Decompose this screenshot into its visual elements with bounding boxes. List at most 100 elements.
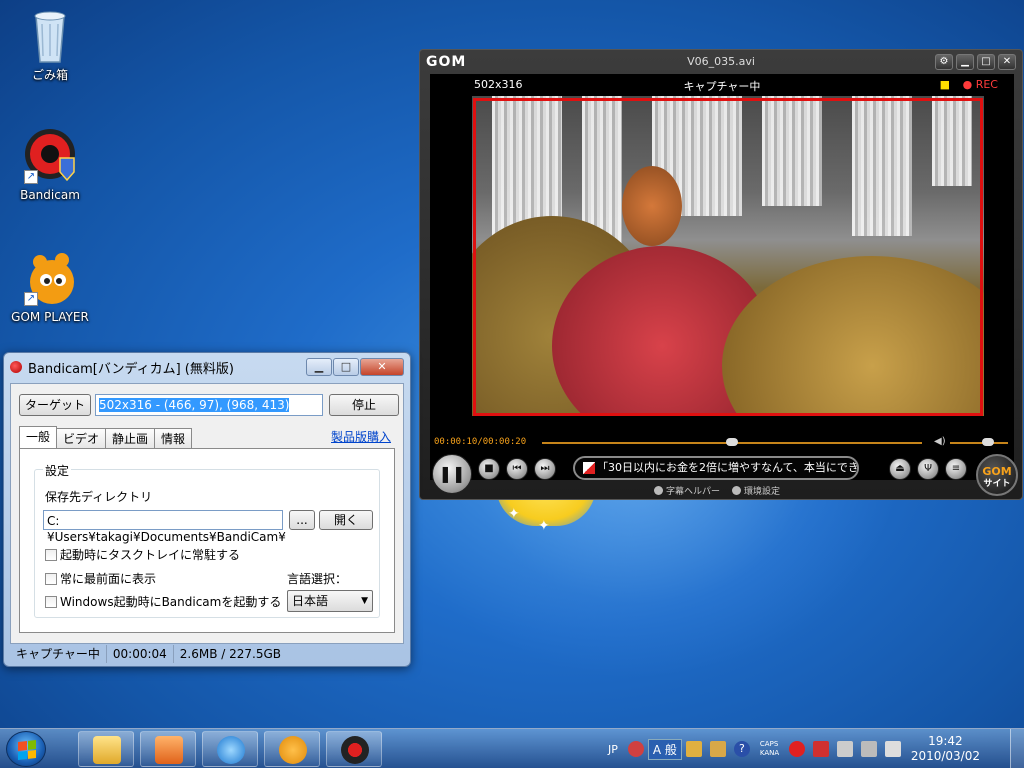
ime-pad-icon[interactable]: [685, 741, 702, 757]
ime-tools-icon[interactable]: [709, 741, 726, 757]
record-tray-icon[interactable]: [789, 741, 806, 757]
volume-track[interactable]: [950, 442, 1008, 444]
gom-site-label-top: GOM: [982, 465, 1012, 478]
clock-date: 2010/03/02: [910, 749, 980, 763]
help-icon[interactable]: ?: [733, 741, 750, 757]
gom-video-area[interactable]: 502x316 キャプチャー中 ■ ● REC: [430, 74, 1014, 480]
settings-groupbox: 設定 保存先ディレクトリ C:¥Users¥takagi¥Documents¥B…: [34, 462, 380, 618]
shortcut-arrow-icon: ↗: [24, 170, 38, 184]
taskbar: JP A 般 ? CAPS KANA 19:42 2010/03/02: [0, 728, 1024, 768]
camera-icon[interactable]: ■: [940, 78, 950, 91]
taskbar-gom-player[interactable]: [264, 731, 320, 767]
checkbox-label: Windows起動時にBandicamを起動する: [60, 595, 282, 609]
ime-language[interactable]: JP: [608, 743, 618, 756]
caps-kana-indicator: CAPS KANA: [760, 740, 779, 758]
ime-mode[interactable]: A 般: [647, 738, 682, 760]
checkbox-tray-on-start[interactable]: 起動時にタスクトレイに常駐する: [45, 546, 240, 563]
capture-elapsed: 00:00:04: [107, 645, 174, 663]
taskbar-explorer[interactable]: [78, 731, 134, 767]
bandicam-tabs: 一般 ビデオ 静止画 情報: [19, 426, 193, 448]
previous-button[interactable]: ⏮: [506, 458, 528, 480]
taskbar-media-player[interactable]: [140, 731, 196, 767]
clock[interactable]: 19:42 2010/03/02: [911, 734, 980, 764]
gom-site-button[interactable]: GOM サイト: [976, 454, 1018, 496]
gom-controls: ❚❚ ■ ⏮ ⏭ 「30日以内にお金を2倍に増やすなんて、本当にでき 字幕ヘルパ…: [420, 452, 1022, 500]
bandicam-icon: ↗: [22, 128, 78, 184]
checkbox-launch-on-windows-start[interactable]: Windows起動時にBandicamを起動する: [45, 593, 281, 610]
capture-size: 2.6MB / 227.5GB: [179, 647, 282, 661]
start-button[interactable]: [6, 731, 46, 767]
browse-button[interactable]: ...: [289, 510, 315, 530]
sparkle-icon: ✦: [538, 518, 550, 534]
action-center-icon[interactable]: [837, 741, 854, 757]
chevron-down-icon: ▼: [361, 596, 368, 606]
checkbox-label: 起動時にタスクトレイに常駐する: [60, 548, 241, 562]
bandicam-titlebar[interactable]: Bandicam[バンディカム] (無料版) ▁ □ ✕: [4, 353, 410, 381]
taskbar-internet-explorer[interactable]: [202, 731, 258, 767]
show-desktop-button[interactable]: [1010, 729, 1024, 768]
preferences-label: 環境設定: [744, 487, 781, 497]
ime-icon[interactable]: [627, 741, 644, 757]
tab-general[interactable]: 一般: [19, 426, 58, 448]
tab-info[interactable]: 情報: [154, 428, 193, 448]
tab-image[interactable]: 静止画: [105, 428, 156, 448]
maximize-button[interactable]: □: [333, 358, 359, 376]
network-icon[interactable]: [861, 741, 878, 757]
gom-capture-status: キャプチャー中: [683, 80, 761, 93]
checkbox-box[interactable]: [45, 595, 57, 608]
target-button[interactable]: ターゲット: [19, 394, 91, 416]
close-button[interactable]: ✕: [360, 358, 404, 376]
volume-thumb[interactable]: [982, 438, 994, 446]
language-select[interactable]: 日本語 ▼: [287, 590, 373, 612]
gom-site-label-bottom: サイト: [983, 479, 1011, 489]
gom-time: 00:00:10/00:00:20: [434, 437, 527, 447]
gom-seekbar[interactable]: 00:00:10/00:00:20 ◀): [430, 435, 1014, 451]
preferences-dot-icon: [732, 486, 741, 495]
caps-label: CAPS: [759, 740, 779, 748]
preferences-link[interactable]: 環境設定: [732, 484, 780, 497]
eject-button[interactable]: ⏏: [889, 458, 911, 480]
purchase-link[interactable]: 製品版購入: [331, 428, 391, 445]
playlist-button[interactable]: ≡: [945, 458, 967, 480]
checkbox-always-on-top[interactable]: 常に最前面に表示: [45, 570, 156, 587]
gom-player-icon: [279, 736, 307, 764]
next-button[interactable]: ⏭: [534, 458, 556, 480]
minimize-button[interactable]: ▁: [306, 358, 332, 376]
equalizer-button[interactable]: Ψ: [917, 458, 939, 480]
gom-filename: V06_035.avi: [687, 55, 755, 68]
language-value: 日本語: [292, 594, 329, 608]
stop-button[interactable]: ■: [478, 458, 500, 480]
taskbar-bandicam[interactable]: [326, 731, 382, 767]
target-region-value: 502x316 - (466, 97), (968, 413): [99, 398, 290, 412]
capture-state: キャプチャー中: [10, 645, 107, 663]
capture-region-frame: [473, 98, 983, 416]
folder-icon: [93, 736, 121, 764]
kana-label: KANA: [759, 749, 780, 757]
save-dir-field[interactable]: C:¥Users¥takagi¥Documents¥BandiCam¥: [43, 510, 286, 544]
stop-capture-button[interactable]: 停止: [329, 394, 399, 416]
gom-player-window[interactable]: GOM V06_035.avi ⚙ ▁ □ ✕ 502x316 キャプチャー中 …: [419, 49, 1023, 500]
desktop-icon-recycle-bin[interactable]: ごみ箱: [10, 6, 90, 83]
system-tray: JP A 般 ? CAPS KANA: [608, 729, 905, 768]
volume-icon[interactable]: ◀): [934, 436, 946, 447]
checkbox-box[interactable]: [45, 572, 57, 585]
tab-video[interactable]: ビデオ: [56, 428, 107, 448]
bandicam-window[interactable]: Bandicam[バンディカム] (無料版) ▁ □ ✕ ターゲット 502x3…: [3, 352, 411, 667]
bandicam-icon: [341, 736, 369, 764]
gom-titlebar[interactable]: GOM V06_035.avi ⚙ ▁ □ ✕: [420, 50, 1022, 74]
desktop-icon-bandicam[interactable]: ↗ Bandicam: [10, 128, 90, 202]
stop-tray-icon[interactable]: [813, 741, 830, 757]
shortcut-arrow-icon: ↗: [24, 292, 38, 306]
helper-dot-icon: [654, 486, 663, 495]
checkbox-box[interactable]: [45, 548, 57, 561]
desktop-icon-gom-player[interactable]: ↗ GOM PLAYER: [10, 250, 90, 324]
seek-thumb[interactable]: [726, 438, 738, 446]
subtitle-display: 「30日以内にお金を2倍に増やすなんて、本当にでき: [573, 456, 859, 480]
save-dir-label: 保存先ディレクトリ: [45, 490, 153, 504]
pause-button[interactable]: ❚❚: [432, 454, 472, 494]
open-folder-button[interactable]: 開く: [319, 510, 373, 530]
volume-icon[interactable]: [885, 741, 902, 757]
target-region-field[interactable]: 502x316 - (466, 97), (968, 413): [95, 394, 323, 416]
subtitle-helper-link[interactable]: 字幕ヘルパー: [654, 484, 720, 497]
gom-rec-indicator[interactable]: ● REC: [963, 78, 998, 91]
